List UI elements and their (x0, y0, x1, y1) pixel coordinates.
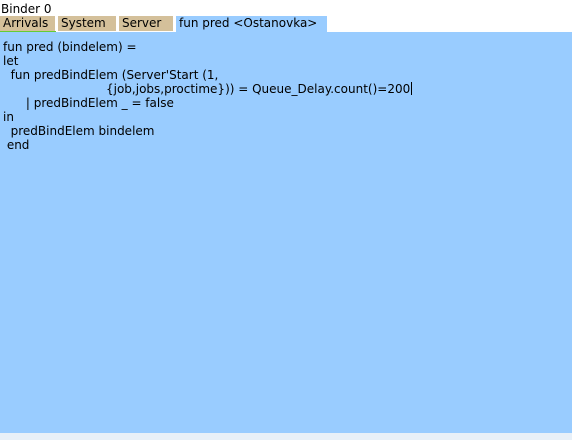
tab-strip: Arrivals System Server fun pred <Ostanov… (0, 16, 572, 33)
code-line: end (3, 138, 30, 152)
code-line: let (3, 54, 19, 68)
text-caret (411, 82, 413, 95)
bottom-strip (0, 433, 572, 440)
tab-arrivals[interactable]: Arrivals (0, 16, 56, 31)
code-line: | predBindElem _ = false (3, 96, 174, 110)
code-line-with-caret: {job,jobs,proctime})) = Queue_Delay.coun… (3, 82, 572, 96)
binder-window: Binder 0 Arrivals System Server fun pred… (0, 0, 572, 440)
tab-server[interactable]: Server (119, 16, 174, 31)
title-bar: Binder 0 (0, 0, 572, 16)
code-line-text: {job,jobs,proctime})) = Queue_Delay.coun… (3, 82, 411, 96)
window-title: Binder 0 (1, 2, 52, 16)
code-line: fun pred (bindelem) = (3, 40, 137, 54)
code-line: predBindElem bindelem (3, 124, 155, 138)
code-line: fun predBindElem (Server'Start (1, (3, 68, 219, 82)
tab-system[interactable]: System (58, 16, 117, 31)
tab-fun-pred-ostanovka[interactable]: fun pred <Ostanovka> (176, 16, 328, 32)
code-editor[interactable]: fun pred (bindelem) = let fun predBindEl… (0, 32, 572, 433)
code-line: in (3, 110, 14, 124)
